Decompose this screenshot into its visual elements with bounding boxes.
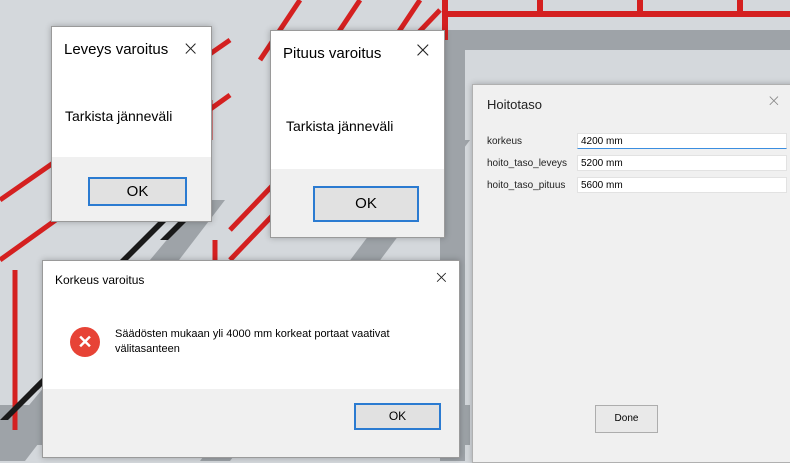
ok-button[interactable]: OK xyxy=(313,186,419,222)
error-icon: ✕ xyxy=(70,327,100,357)
field-label-korkeus: korkeus xyxy=(487,136,523,147)
close-icon[interactable]: × xyxy=(767,91,781,111)
pituus-warning-dialog: Pituus varoitus × Tarkista jänneväli OK xyxy=(270,30,445,238)
leveys-input[interactable]: 5200 mm xyxy=(577,155,787,171)
dialog-title: Korkeus varoitus xyxy=(55,273,145,287)
pituus-input[interactable]: 5600 mm xyxy=(577,177,787,193)
ok-button[interactable]: OK xyxy=(354,403,441,430)
korkeus-input[interactable]: 4200 mm xyxy=(577,133,787,149)
close-icon[interactable]: × xyxy=(182,36,199,60)
close-icon[interactable]: × xyxy=(414,38,432,63)
dialog-message: Säädösten mukaan yli 4000 mm korkeat por… xyxy=(115,328,390,355)
field-label-leveys: hoito_taso_leveys xyxy=(487,158,568,169)
dialog-message: Tarkista jänneväli xyxy=(65,108,173,124)
dialog-title: Hoitotaso xyxy=(487,97,542,112)
field-label-pituus: hoito_taso_pituus xyxy=(487,180,566,191)
done-button[interactable]: Done xyxy=(595,405,658,433)
leveys-warning-dialog: Leveys varoitus × Tarkista jänneväli OK xyxy=(51,26,212,222)
dialog-title: Pituus varoitus xyxy=(283,45,382,62)
korkeus-warning-dialog: Korkeus varoitus × ✕ Säädösten mukaan yl… xyxy=(42,260,460,458)
dialog-title: Leveys varoitus xyxy=(64,41,169,58)
hoitotaso-dialog: Hoitotaso × korkeus 4200 mm hoito_taso_l… xyxy=(472,84,790,463)
close-icon[interactable]: × xyxy=(434,267,449,288)
dialog-message: Tarkista jänneväli xyxy=(286,118,394,134)
ok-button[interactable]: OK xyxy=(88,177,187,206)
